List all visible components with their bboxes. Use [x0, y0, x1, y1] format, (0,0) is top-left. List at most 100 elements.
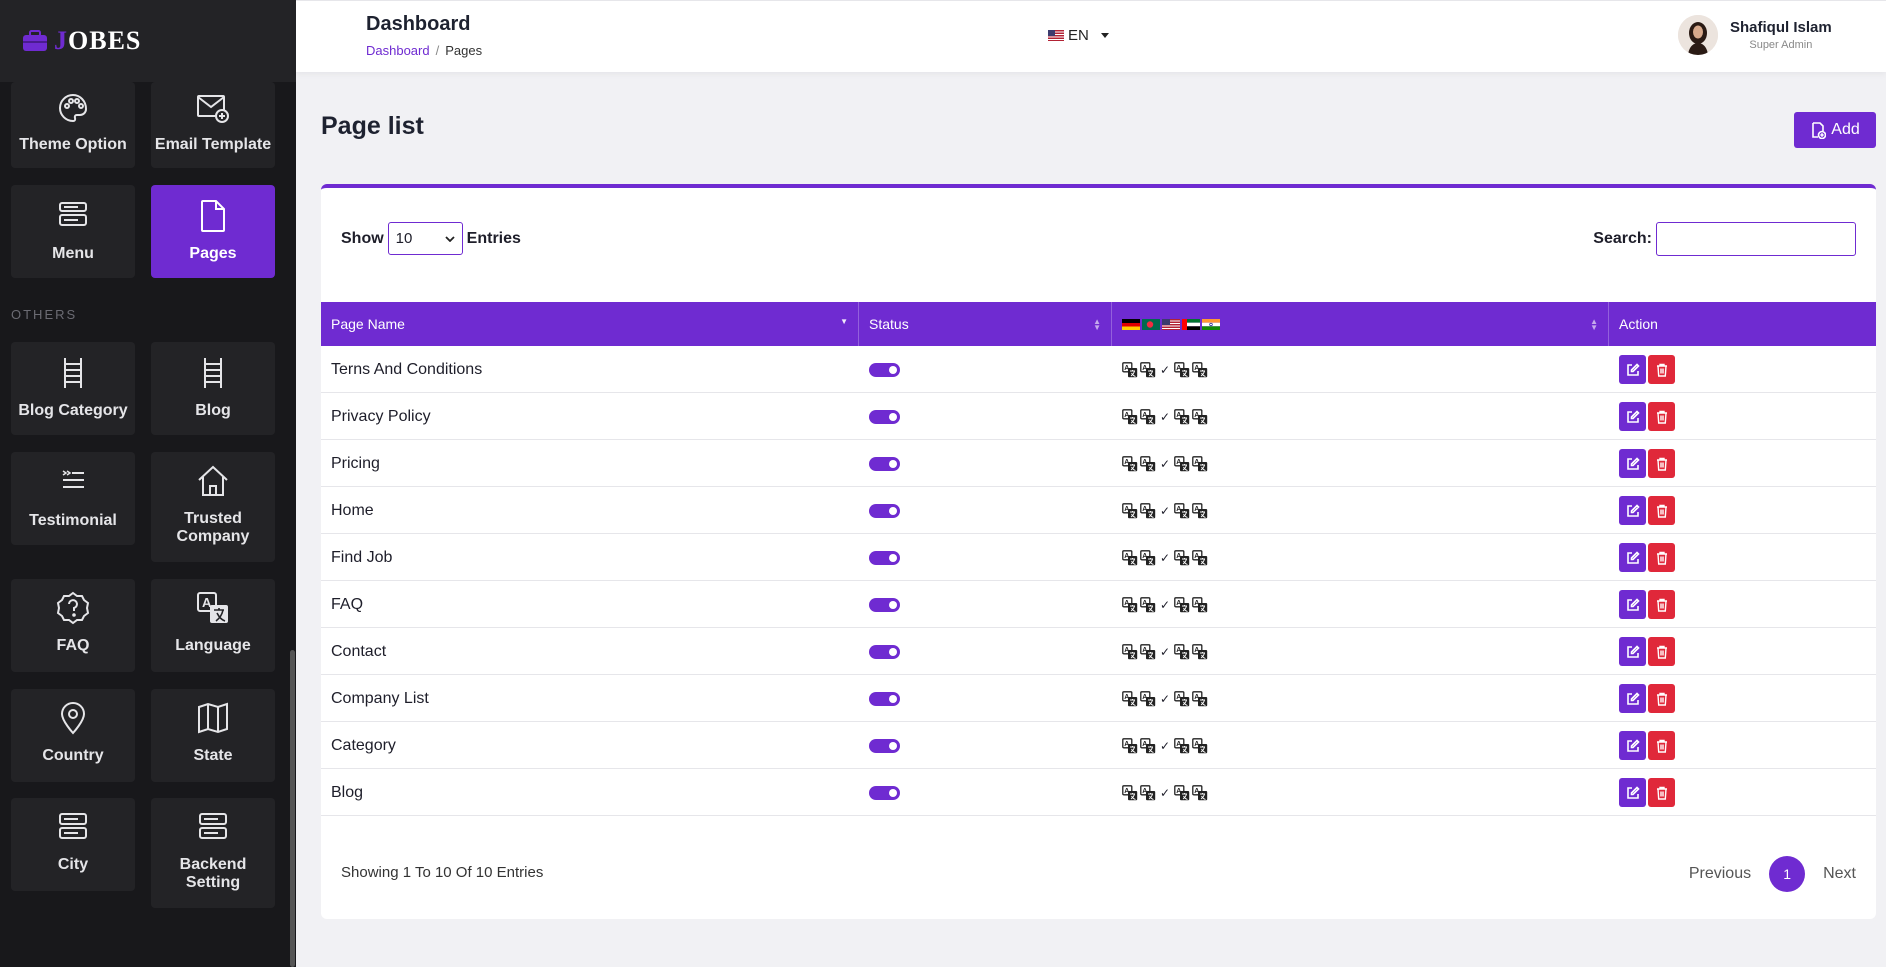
translate-icon[interactable]: A	[1140, 784, 1156, 801]
translate-icon[interactable]: A	[1174, 408, 1190, 425]
search-input[interactable]	[1656, 222, 1856, 256]
translate-icon[interactable]: A	[1140, 502, 1156, 519]
breadcrumb-home-link[interactable]: Dashboard	[366, 43, 430, 58]
sidebar-item-pages[interactable]: Pages	[151, 185, 275, 278]
edit-button[interactable]	[1619, 637, 1646, 666]
status-toggle[interactable]	[869, 738, 900, 753]
sidebar-item-menu[interactable]: Menu	[11, 185, 135, 278]
logo[interactable]: JOBES	[0, 0, 296, 82]
status-toggle[interactable]	[869, 503, 900, 518]
delete-button[interactable]	[1648, 355, 1675, 384]
map-icon	[198, 702, 228, 734]
translate-icon[interactable]: A	[1174, 737, 1190, 754]
translate-icon[interactable]: A	[1140, 361, 1156, 378]
status-toggle[interactable]	[869, 597, 900, 612]
sidebar-item-backend-setting[interactable]: Backend Setting	[151, 798, 275, 908]
translate-icon[interactable]: A	[1174, 549, 1190, 566]
edit-button[interactable]	[1619, 684, 1646, 713]
translate-icon[interactable]: A	[1122, 643, 1138, 660]
translate-icon[interactable]: A	[1174, 784, 1190, 801]
edit-button[interactable]	[1619, 731, 1646, 760]
sidebar-item-faq[interactable]: FAQ	[11, 579, 135, 672]
sidebar-item-blog-category[interactable]: Blog Category	[11, 342, 135, 435]
translate-icon[interactable]: A	[1140, 643, 1156, 660]
delete-button[interactable]	[1648, 778, 1675, 807]
translate-icon[interactable]: A	[1122, 784, 1138, 801]
translate-icon[interactable]: A	[1140, 549, 1156, 566]
translate-icon[interactable]: A	[1140, 690, 1156, 707]
translate-icon[interactable]: A	[1174, 361, 1190, 378]
column-header-page-name[interactable]: Page Name ▼	[321, 302, 859, 346]
user-menu[interactable]: Shafiqul Islam Super Admin	[1678, 15, 1832, 55]
page-1-button[interactable]: 1	[1769, 856, 1806, 892]
column-header-languages[interactable]: ▲ ▼	[1112, 302, 1609, 346]
translate-icon[interactable]: A	[1192, 361, 1208, 378]
translate-icon[interactable]: A	[1192, 643, 1208, 660]
sidebar-item-testimonial[interactable]: Testimonial	[11, 452, 135, 545]
sidebar-item-trusted-company[interactable]: Trusted Company	[151, 452, 275, 562]
translate-icon[interactable]: A	[1122, 690, 1138, 707]
status-toggle[interactable]	[869, 362, 900, 377]
edit-button[interactable]	[1619, 402, 1646, 431]
translate-icon[interactable]: A	[1140, 455, 1156, 472]
delete-button[interactable]	[1648, 637, 1675, 666]
translate-icon[interactable]: A	[1122, 361, 1138, 378]
add-page-button[interactable]: Add	[1794, 112, 1876, 148]
sidebar-item-language[interactable]: A Language	[151, 579, 275, 672]
translate-icon[interactable]: A	[1192, 784, 1208, 801]
entries-select[interactable]: 10	[387, 222, 463, 255]
sidebar-item-state[interactable]: State	[151, 689, 275, 782]
status-toggle[interactable]	[869, 409, 900, 424]
delete-button[interactable]	[1648, 590, 1675, 619]
translate-icon[interactable]: A	[1192, 690, 1208, 707]
translate-icon[interactable]: A	[1192, 596, 1208, 613]
column-header-status[interactable]: Status ▲ ▼	[859, 302, 1112, 346]
page-name-cell: Privacy Policy	[331, 393, 851, 440]
translate-icon[interactable]: A	[1174, 455, 1190, 472]
translate-icon[interactable]: A	[1192, 455, 1208, 472]
sidebar-scrollbar[interactable]	[290, 650, 295, 967]
next-page-button[interactable]: Next	[1823, 865, 1856, 883]
translate-icon[interactable]: A	[1122, 455, 1138, 472]
sidebar-item-country[interactable]: Country	[11, 689, 135, 782]
status-toggle[interactable]	[869, 785, 900, 800]
previous-page-button[interactable]: Previous	[1689, 865, 1751, 883]
sidebar-item-city[interactable]: City	[11, 798, 135, 891]
translate-icon[interactable]: A	[1122, 502, 1138, 519]
translate-icon[interactable]: A	[1192, 737, 1208, 754]
delete-button[interactable]	[1648, 684, 1675, 713]
language-dropdown[interactable]: EN	[1048, 27, 1109, 44]
translate-icon[interactable]: A	[1122, 737, 1138, 754]
translate-icon[interactable]: A	[1192, 502, 1208, 519]
translate-icon[interactable]: A	[1174, 643, 1190, 660]
edit-button[interactable]	[1619, 449, 1646, 478]
status-toggle[interactable]	[869, 456, 900, 471]
translate-icon[interactable]: A	[1174, 690, 1190, 707]
translate-icon[interactable]: A	[1140, 737, 1156, 754]
status-toggle[interactable]	[869, 644, 900, 659]
delete-button[interactable]	[1648, 449, 1675, 478]
translate-icon[interactable]: A	[1122, 408, 1138, 425]
translate-icon[interactable]: A	[1140, 596, 1156, 613]
translate-icon[interactable]: A	[1192, 549, 1208, 566]
edit-button[interactable]	[1619, 496, 1646, 525]
translate-icon[interactable]: A	[1174, 596, 1190, 613]
sidebar-item-theme-option[interactable]: Theme Option	[11, 82, 135, 168]
translate-icon[interactable]: A	[1140, 408, 1156, 425]
edit-button[interactable]	[1619, 778, 1646, 807]
status-toggle[interactable]	[869, 550, 900, 565]
sidebar-item-email-template[interactable]: Email Template	[151, 82, 275, 168]
translate-icon[interactable]: A	[1174, 502, 1190, 519]
edit-button[interactable]	[1619, 590, 1646, 619]
edit-button[interactable]	[1619, 543, 1646, 572]
status-toggle[interactable]	[869, 691, 900, 706]
translate-icon[interactable]: A	[1122, 596, 1138, 613]
delete-button[interactable]	[1648, 496, 1675, 525]
delete-button[interactable]	[1648, 402, 1675, 431]
sidebar-item-blog[interactable]: Blog	[151, 342, 275, 435]
edit-button[interactable]	[1619, 355, 1646, 384]
delete-button[interactable]	[1648, 731, 1675, 760]
translate-icon[interactable]: A	[1122, 549, 1138, 566]
translate-icon[interactable]: A	[1192, 408, 1208, 425]
delete-button[interactable]	[1648, 543, 1675, 572]
